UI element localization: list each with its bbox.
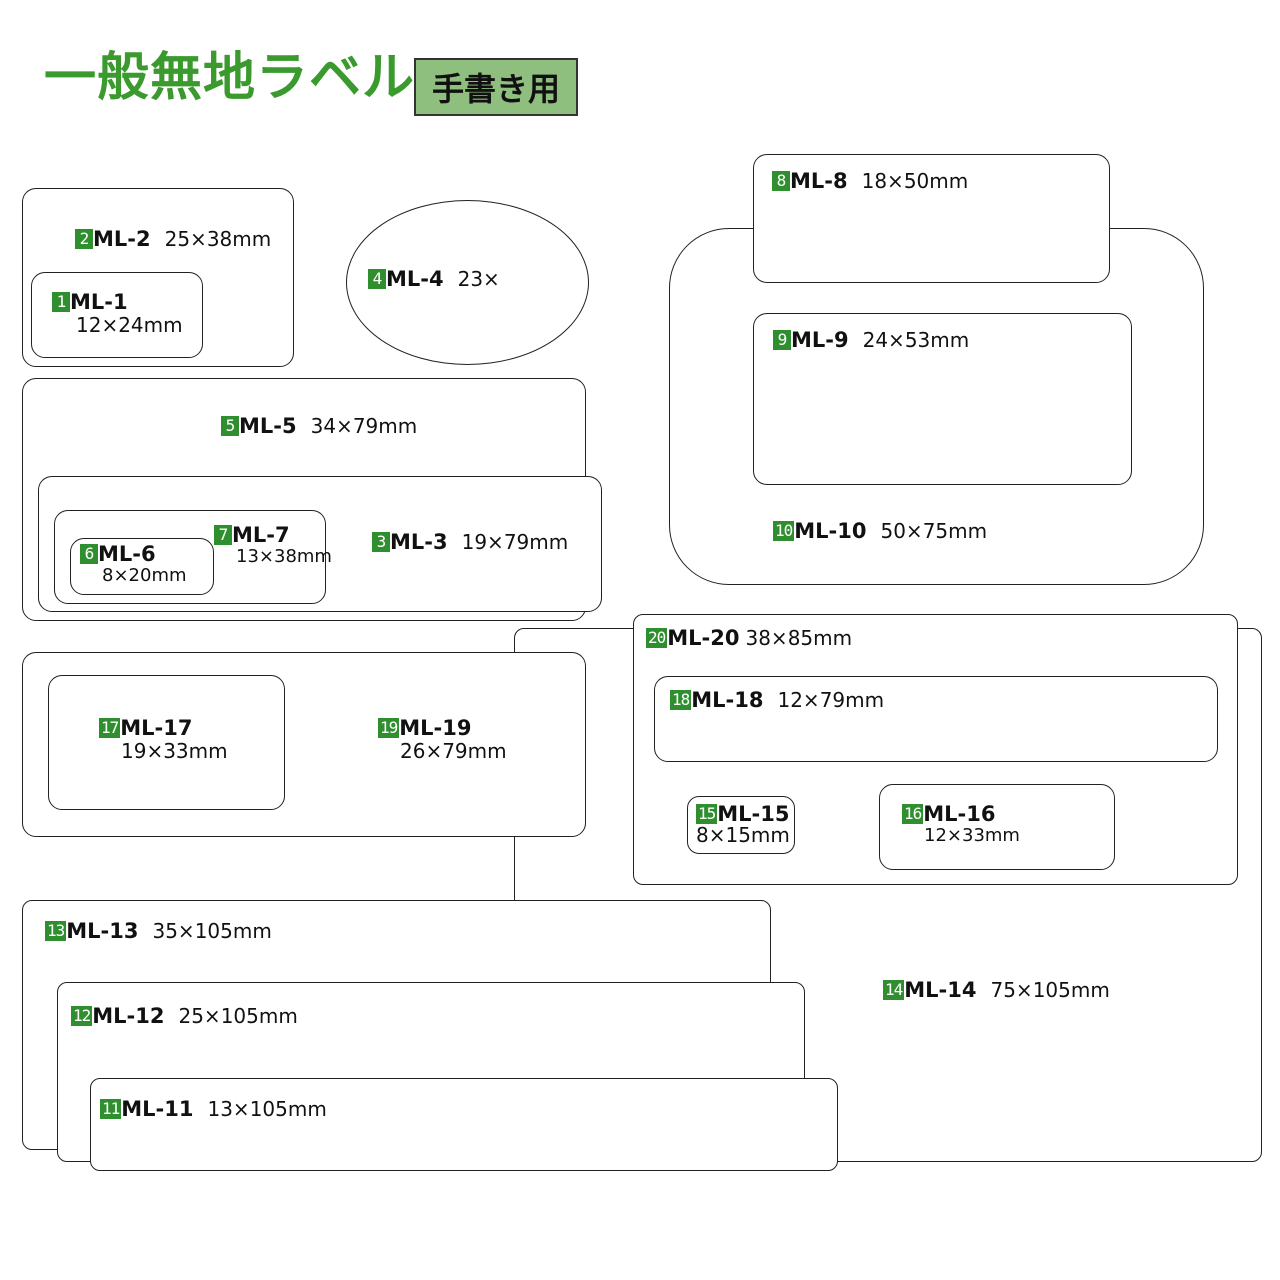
ml-1-code: ML-1	[70, 290, 128, 314]
ml-19-code: ML-19	[399, 716, 472, 740]
ml-5-size: 34×79mm	[310, 414, 418, 438]
ml-14-number: 14	[883, 980, 905, 1000]
ml-9-code: ML-9	[791, 328, 849, 352]
label-ml-20: 20ML-20 38×85mm	[646, 626, 852, 650]
ml-11-size: 13×105mm	[207, 1097, 327, 1121]
ml-20-code: ML-20	[667, 626, 740, 650]
ml-7-code: ML-7	[232, 523, 290, 547]
label-ml-5: 5 ML-5 34×79mm	[221, 414, 417, 438]
ml-6-code: ML-6	[98, 542, 156, 566]
ml-3-code: ML-3	[390, 530, 448, 554]
ml-11-number: 11	[100, 1099, 122, 1119]
label-ml-12: 12ML-12 25×105mm	[71, 1004, 298, 1028]
ml-12-code: ML-12	[92, 1004, 165, 1028]
label-ml-6: 6 ML-6 8×20mm	[80, 542, 187, 587]
label-ml-9: 9 ML-9 24×53mm	[773, 328, 969, 352]
label-ml-13: 13ML-13 35×105mm	[45, 919, 272, 943]
ml-12-number: 12	[71, 1006, 93, 1026]
label-ml-3: 3 ML-3 19×79mm	[372, 530, 568, 554]
ml-4-size: 23×	[457, 267, 500, 291]
label-ml-7: 7 ML-7 13×38mm	[214, 523, 332, 568]
ml-8-number: 8	[772, 171, 790, 191]
label-ml-8: 8 ML-8 18×50mm	[772, 169, 968, 193]
ml-3-number: 3	[372, 532, 390, 552]
ml-11-code: ML-11	[121, 1097, 194, 1121]
ml-2-size: 25×38mm	[164, 227, 272, 251]
ml-7-size: 13×38mm	[236, 546, 332, 568]
ml-20-size: 38×85mm	[745, 626, 853, 650]
ml-9-number: 9	[773, 330, 791, 350]
ml-14-size: 75×105mm	[990, 978, 1110, 1002]
ml-19-size: 26×79mm	[400, 739, 507, 764]
label-ml-11: 11ML-11 13×105mm	[100, 1097, 327, 1121]
ml-3-size: 19×79mm	[461, 530, 569, 554]
label-ml-2: 2 ML-2 25×38mm	[75, 227, 271, 251]
ml-17-size: 19×33mm	[121, 739, 228, 764]
ml-5-code: ML-5	[239, 414, 297, 438]
label-ml-16: 16ML-16 12×33mm	[902, 802, 1020, 847]
ml-6-size: 8×20mm	[102, 565, 187, 587]
ml-19-number: 19	[378, 718, 400, 738]
label-ml-19: 19ML-19 26×79mm	[378, 716, 507, 763]
ml-1-size: 12×24mm	[76, 313, 183, 338]
ml-16-size: 12×33mm	[924, 825, 1020, 847]
label-ml-11-shape	[90, 1078, 838, 1171]
ml-6-number: 6	[80, 544, 98, 564]
ml-10-number: 10	[773, 521, 795, 541]
ml-15-number: 15	[696, 804, 718, 824]
ml-4-code: ML-4	[386, 267, 444, 291]
label-ml-1: 1 ML-1 12×24mm	[52, 290, 183, 337]
ml-7-number: 7	[214, 525, 232, 545]
ml-12-size: 25×105mm	[178, 1004, 298, 1028]
ml-2-code: ML-2	[93, 227, 151, 251]
ml-10-size: 50×75mm	[880, 519, 988, 543]
label-ml-4: 4 ML-4 23×	[368, 267, 500, 291]
ml-18-code: ML-18	[691, 688, 764, 712]
label-ml-10: 10ML-10 50×75mm	[773, 519, 987, 543]
page-title: 一般無地ラベル	[44, 48, 416, 108]
ml-2-number: 2	[75, 229, 93, 249]
ml-10-code: ML-10	[794, 519, 867, 543]
ml-8-code: ML-8	[790, 169, 848, 193]
ml-17-code: ML-17	[120, 716, 193, 740]
label-ml-18: 18ML-18 12×79mm	[670, 688, 884, 712]
ml-14-code: ML-14	[904, 978, 977, 1002]
ml-16-code: ML-16	[923, 802, 996, 826]
ml-1-number: 1	[52, 292, 70, 312]
ml-8-size: 18×50mm	[861, 169, 969, 193]
ml-13-code: ML-13	[66, 919, 139, 943]
ml-20-number: 20	[646, 628, 668, 648]
label-ml-14: 14ML-14 75×105mm	[883, 978, 1110, 1002]
ml-9-size: 24×53mm	[862, 328, 970, 352]
handwriting-badge: 手書き用	[414, 58, 578, 116]
ml-18-number: 18	[670, 690, 692, 710]
ml-18-size: 12×79mm	[777, 688, 885, 712]
label-ml-17: 17ML-17 19×33mm	[99, 716, 228, 763]
ml-13-number: 13	[45, 921, 67, 941]
ml-5-number: 5	[221, 416, 239, 436]
ml-4-number: 4	[368, 269, 386, 289]
ml-13-size: 35×105mm	[152, 919, 272, 943]
ml-17-number: 17	[99, 718, 121, 738]
label-ml-15: 15ML-15 8×15mm	[696, 804, 790, 845]
ml-15-size: 8×15mm	[696, 823, 790, 847]
ml-16-number: 16	[902, 804, 924, 824]
